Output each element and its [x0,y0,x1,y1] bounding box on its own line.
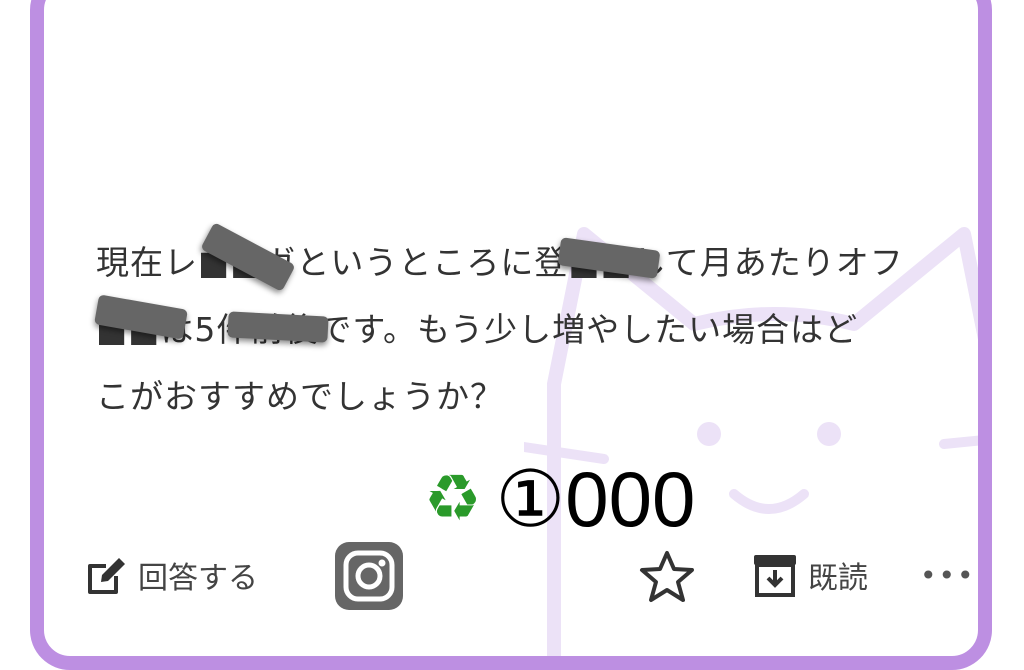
redaction-mark [227,311,329,343]
answer-button[interactable]: 回答する [86,553,258,597]
archive-icon [754,555,796,597]
star-icon [640,551,694,602]
edit-icon [88,558,125,594]
action-bar: 回答する 既読 ••• [44,539,978,619]
read-label: 既読 [808,561,868,596]
more-icon: ••• [920,559,976,592]
answer-label: 回答する [138,561,258,596]
question-card: 現在レ■■ガというところに登■■して月あたりオフ ■■は5件前後です。もう少し増… [30,0,992,670]
favorite-button[interactable] [638,549,696,605]
stamp-text: ①000 [495,455,696,543]
question-line: こがおすすめでしょうか？ [96,377,504,416]
number-stamp: ♻ ①000 [424,460,695,538]
instagram-icon [335,542,403,610]
mark-read-button[interactable]: 既読 [752,553,868,597]
question-line: ■■は5件前後です。もう少し増やしたい場合はど [96,310,859,349]
recycle-icon: ♻ [424,462,482,536]
more-button[interactable]: ••• [920,559,976,592]
instagram-button[interactable] [334,541,404,611]
